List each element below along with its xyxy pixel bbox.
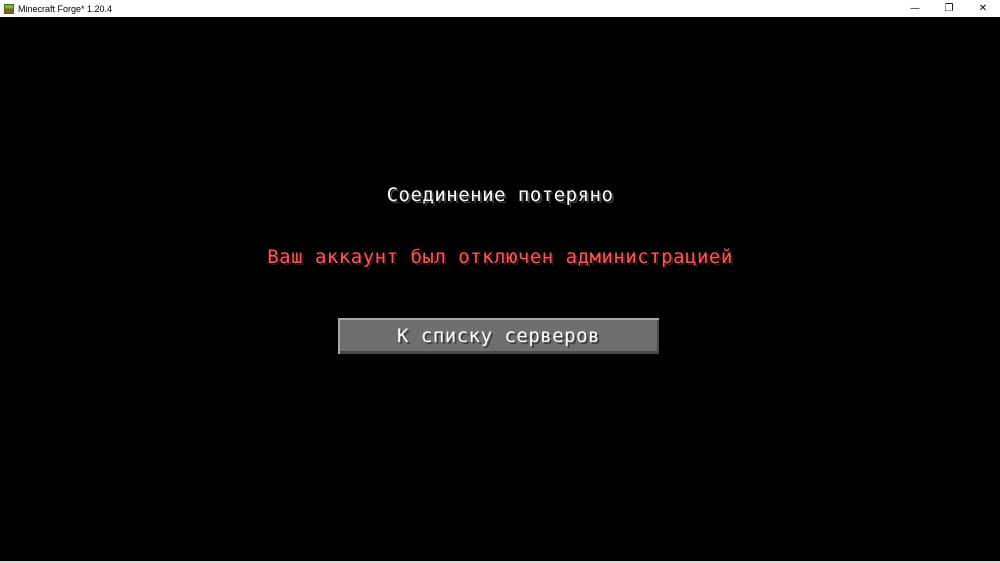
- game-viewport: [0, 17, 1000, 561]
- window-title: Minecraft Forge* 1.20.4: [18, 3, 113, 14]
- window-titlebar[interactable]: Minecraft Forge* 1.20.4 — ❐ ✕: [0, 0, 1000, 17]
- minimize-button[interactable]: —: [898, 0, 932, 17]
- minecraft-grass-block-icon: [4, 3, 14, 14]
- minecraft-window: Minecraft Forge* 1.20.4 — ❐ ✕ Соединение…: [0, 0, 1000, 563]
- disconnect-title: Соединение потеряно: [386, 184, 614, 206]
- disconnect-reason: Ваш аккаунт был отключен администрацией: [267, 246, 733, 268]
- back-to-server-list-label: К списку серверов: [397, 325, 600, 347]
- maximize-button[interactable]: ❐: [932, 0, 966, 17]
- window-controls: — ❐ ✕: [898, 0, 1000, 17]
- close-button[interactable]: ✕: [966, 0, 1000, 17]
- back-to-server-list-button[interactable]: К списку серверов: [336, 316, 661, 356]
